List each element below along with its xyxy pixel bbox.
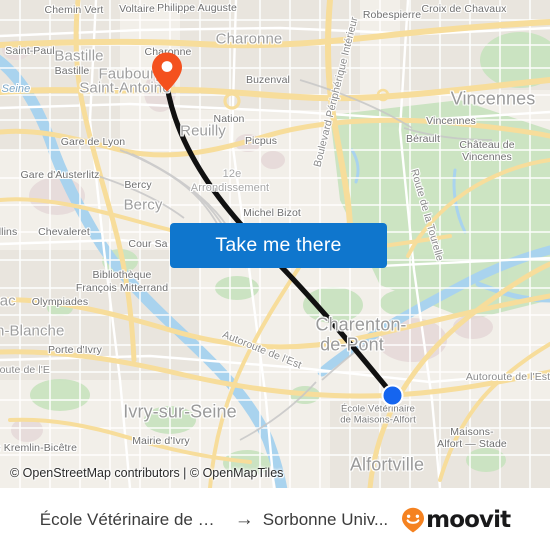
moovit-wordmark: moovit bbox=[426, 506, 511, 533]
origin-dot-icon[interactable] bbox=[381, 384, 404, 407]
origin-label: École Vétérinaire de Maisons-Alf... bbox=[39, 509, 226, 529]
attribution-text: © OpenStreetMap contributors | © OpenMap… bbox=[10, 466, 284, 480]
moovit-logo[interactable]: moovit bbox=[401, 506, 511, 533]
destination-pin-icon[interactable] bbox=[151, 51, 183, 93]
destination-label: Sorbonne Univ... bbox=[262, 509, 389, 529]
moovit-route-preview: Chemin Vert Voltaire Philippe Auguste Robes… bbox=[0, 0, 550, 550]
take-me-there-label: Take me there bbox=[215, 234, 342, 256]
arrow-right-icon: → bbox=[234, 509, 254, 530]
map-attribution: © OpenStreetMap contributors | © OpenMap… bbox=[0, 462, 550, 484]
route-footer-bar: École Vétérinaire de Maisons-Alf... → So… bbox=[0, 488, 550, 550]
take-me-there-button[interactable]: Take me there bbox=[170, 223, 387, 268]
moovit-pin-smiley-icon bbox=[402, 507, 425, 532]
